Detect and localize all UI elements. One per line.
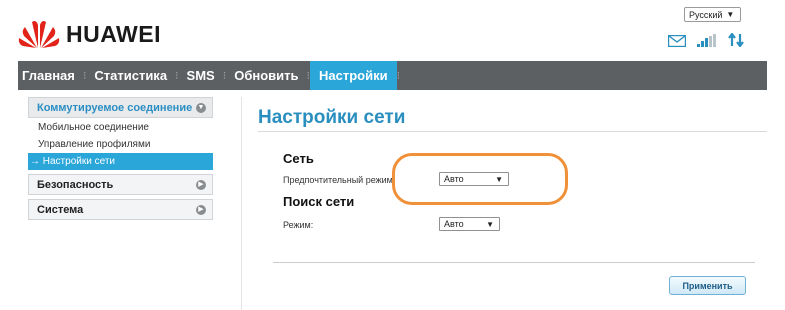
chevron-down-icon: ▼ [486, 219, 494, 229]
sidebar-header-system[interactable]: Система ▶ [28, 199, 213, 220]
nav-settings[interactable]: Настройки [310, 61, 397, 90]
sidebar-group-security: Безопасность ▶ [28, 174, 213, 195]
brand-name: HUAWEI [66, 20, 161, 47]
preferred-mode-label: Предпочтительный режим: [283, 175, 396, 185]
search-mode-label: Режим: [283, 220, 314, 230]
title-divider [258, 131, 767, 132]
sidebar: Коммутируемое соединение ▼ Мобильное сое… [28, 97, 213, 224]
form-divider [273, 262, 755, 263]
sidebar-header-label: Система [37, 203, 84, 216]
huawei-logo: HUAWEI [18, 19, 161, 49]
sidebar-header-label: Коммутируемое соединение [37, 101, 193, 114]
language-selected: Русский [689, 9, 723, 20]
data-transfer-icon [728, 33, 744, 47]
apply-button[interactable]: Применить [669, 276, 746, 295]
chevron-down-icon: ▼ [726, 10, 735, 19]
network-search-heading: Поиск сети [283, 194, 355, 209]
nav-sms[interactable]: SMS [179, 61, 223, 90]
sidebar-item-mobile-connection[interactable]: Мобильное соединение [28, 119, 213, 136]
sidebar-item-profile-management[interactable]: Управление профилями [28, 136, 213, 153]
mail-icon[interactable] [668, 35, 686, 47]
page-title: Настройки сети [258, 107, 406, 128]
sidebar-header-label: Безопасность [37, 178, 114, 191]
expand-icon: ▶ [196, 179, 206, 190]
nav-home[interactable]: Главная [18, 61, 83, 90]
main-nav: Главная ⁝ Статистика ⁝ SMS ⁝ Обновить ⁝ … [18, 61, 767, 90]
language-select[interactable]: Русский ▼ [684, 7, 741, 22]
collapse-icon: ▼ [196, 102, 206, 113]
sidebar-group-system: Система ▶ [28, 199, 213, 220]
sidebar-divider [241, 97, 242, 310]
status-icons [668, 33, 744, 47]
nav-update[interactable]: Обновить [226, 61, 306, 90]
sidebar-header-dialup[interactable]: Коммутируемое соединение ▼ [28, 97, 213, 118]
highlight-annotation [392, 153, 568, 205]
sidebar-item-network-settings[interactable]: → Настройки сети [28, 153, 213, 170]
expand-icon: ▶ [196, 204, 206, 215]
sidebar-group-dialup: Коммутируемое соединение ▼ Мобильное сое… [28, 97, 213, 170]
huawei-flower-icon [18, 21, 60, 48]
sidebar-header-security[interactable]: Безопасность ▶ [28, 174, 213, 195]
signal-strength-icon [697, 34, 716, 47]
nav-statistics[interactable]: Статистика [86, 61, 175, 90]
nav-separator: ⁝ [396, 70, 401, 82]
search-mode-select[interactable]: Авто ▼ [439, 217, 500, 231]
search-mode-value: Авто [444, 219, 464, 229]
network-section-heading: Сеть [283, 151, 314, 166]
